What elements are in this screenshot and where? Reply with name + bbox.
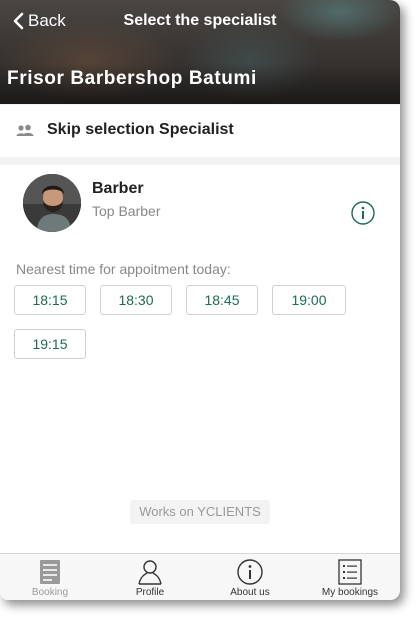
booking-icon xyxy=(40,560,60,584)
avatar xyxy=(23,174,81,232)
page-title: Select the specialist xyxy=(123,12,277,29)
specialist-card[interactable]: Barber Top Barber Nearest time for appoi… xyxy=(0,165,400,553)
skip-selection-label: Skip selection Specialist xyxy=(47,121,234,138)
time-slot[interactable]: 18:15 xyxy=(14,285,86,315)
time-slot[interactable]: 18:45 xyxy=(186,285,258,315)
time-slot[interactable]: 19:15 xyxy=(14,329,86,359)
info-icon xyxy=(237,559,263,585)
works-on-badge[interactable]: Works on YCLIENTS xyxy=(130,500,270,524)
tab-label: Booking xyxy=(31,587,69,598)
specialist-role: Top Barber xyxy=(92,203,161,219)
skip-selection-button[interactable]: Skip selection Specialist xyxy=(0,105,400,157)
tab-profile[interactable]: Profile xyxy=(100,554,200,600)
tab-label: Profile xyxy=(135,587,165,598)
specialist-name: Barber xyxy=(92,180,144,197)
header: Back Select the specialist Frisor Barber… xyxy=(0,0,400,104)
time-slot[interactable]: 18:30 xyxy=(100,285,172,315)
company-name: Frisor Barbershop Batumi xyxy=(7,68,257,89)
tab-my-bookings[interactable]: My bookings xyxy=(300,554,400,600)
app-screen: Back Select the specialist Frisor Barber… xyxy=(0,0,400,600)
time-slot[interactable]: 19:00 xyxy=(272,285,346,315)
nearest-time-label: Nearest time for appoitment today: xyxy=(16,261,231,277)
tab-label: About us xyxy=(230,587,270,598)
tab-booking[interactable]: Booking xyxy=(0,554,100,600)
info-icon[interactable] xyxy=(351,201,375,225)
tab-about-us[interactable]: About us xyxy=(200,554,300,600)
list-icon xyxy=(338,559,362,585)
users-icon xyxy=(16,124,34,136)
tab-bar: Booking Profile About us My bookings xyxy=(0,553,400,600)
tab-label: My bookings xyxy=(321,587,379,598)
profile-icon xyxy=(138,560,162,585)
